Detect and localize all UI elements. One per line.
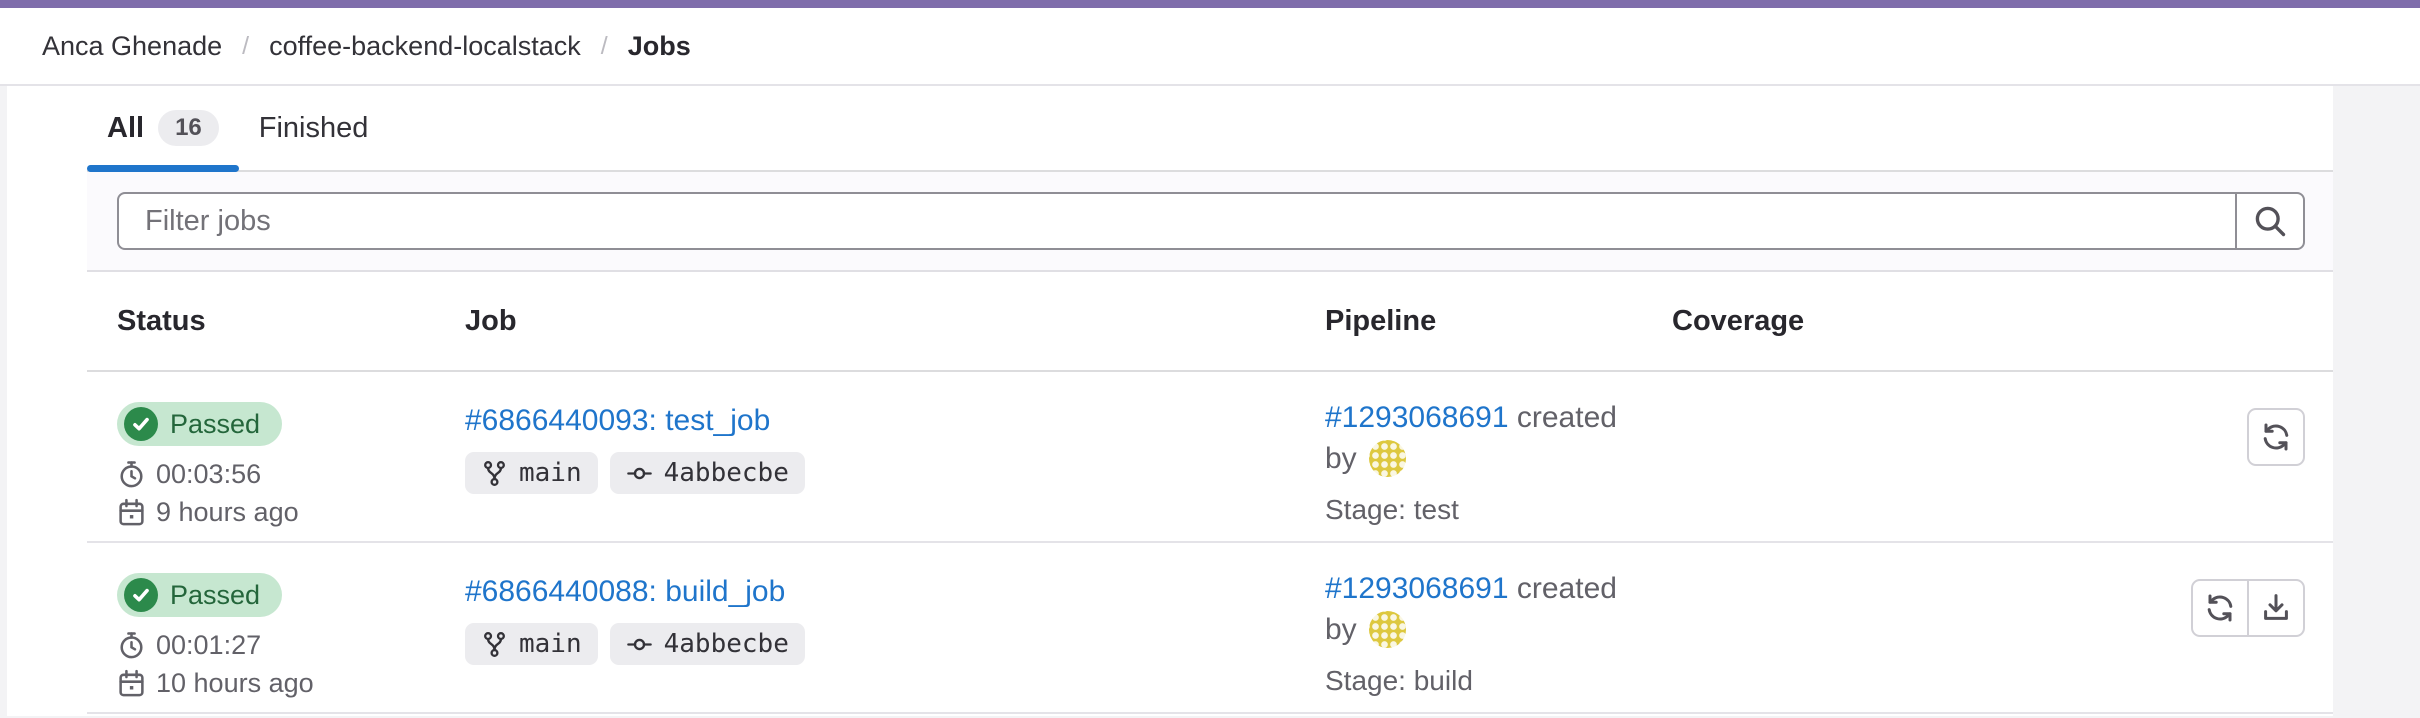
actions-cell: [1982, 543, 2333, 712]
pipeline-by-text: by: [1325, 613, 1357, 647]
coverage-cell: [1672, 543, 1982, 712]
retry-icon: [2204, 592, 2236, 624]
breadcrumb-separator: /: [601, 32, 608, 61]
tab-all-label: All: [107, 112, 144, 145]
actions-cell: [1982, 372, 2333, 541]
job-cell: #6866440088: build_job main: [465, 543, 1325, 712]
table-row: Passed 00:03:56 9 hours ago: [87, 372, 2333, 543]
status-badge[interactable]: Passed: [117, 402, 282, 446]
breadcrumb: Anca Ghenade / coffee-backend-localstack…: [42, 31, 691, 62]
stopwatch-icon: [117, 631, 146, 660]
stopwatch-icon: [117, 460, 146, 489]
table-row: Passed 00:01:27 10 hours ago: [87, 543, 2333, 714]
status-label: Passed: [170, 409, 260, 440]
pipeline-stage: Stage: build: [1325, 665, 1672, 697]
status-passed-icon: [124, 407, 158, 441]
pipeline-link[interactable]: #1293068691: [1325, 401, 1509, 434]
breadcrumb-separator: /: [242, 32, 249, 61]
branch-badge[interactable]: main: [465, 623, 598, 665]
job-link[interactable]: #6866440093: test_job: [465, 404, 770, 438]
branch-icon: [481, 631, 508, 658]
ref-badges: main 4abbecbe: [465, 452, 1325, 494]
pipeline-link[interactable]: #1293068691: [1325, 572, 1509, 605]
pipeline-triggerer-avatar[interactable]: [1369, 611, 1406, 648]
filter-jobs-input[interactable]: [117, 192, 2235, 250]
branch-badge[interactable]: main: [465, 452, 598, 494]
tab-finished[interactable]: Finished: [239, 86, 389, 170]
commit-sha: 4abbecbe: [664, 629, 789, 659]
ref-badges: main 4abbecbe: [465, 623, 1325, 665]
content-card: All 16 Finished: [7, 86, 2333, 716]
jobs-page: Anca Ghenade / coffee-backend-localstack…: [0, 0, 2420, 718]
duration-value: 00:03:56: [156, 459, 261, 490]
status-cell: Passed 00:03:56 9 hours ago: [87, 372, 465, 541]
breadcrumb-item-jobs: Jobs: [628, 31, 691, 62]
search-button[interactable]: [2235, 192, 2305, 250]
filter-bar: [87, 172, 2333, 272]
breadcrumb-item-project[interactable]: coffee-backend-localstack: [269, 31, 581, 62]
pipeline-triggerer-avatar[interactable]: [1369, 440, 1406, 477]
status-badge[interactable]: Passed: [117, 573, 282, 617]
age-value: 9 hours ago: [156, 497, 299, 528]
commit-badge[interactable]: 4abbecbe: [610, 452, 805, 494]
branch-name: main: [519, 458, 582, 488]
branch-icon: [481, 460, 508, 487]
actions-button-group: [2191, 579, 2305, 637]
search-icon: [2252, 203, 2288, 239]
breadcrumb-bar: Anca Ghenade / coffee-backend-localstack…: [0, 8, 2420, 86]
commit-icon: [626, 460, 653, 487]
pipeline-by-text: by: [1325, 442, 1357, 476]
commit-icon: [626, 631, 653, 658]
main-area: All 16 Finished: [0, 86, 2420, 716]
tab-finished-label: Finished: [259, 112, 369, 145]
commit-badge[interactable]: 4abbecbe: [610, 623, 805, 665]
filter-input-group: [117, 192, 2305, 250]
duration-value: 00:01:27: [156, 630, 261, 661]
pipeline-created-text: created: [1517, 572, 1617, 605]
column-header-status: Status: [87, 305, 465, 338]
status-cell: Passed 00:01:27 10 hours ago: [87, 543, 465, 712]
status-passed-icon: [124, 578, 158, 612]
calendar-icon: [117, 669, 146, 698]
column-header-job: Job: [465, 305, 1325, 338]
job-duration: 00:03:56: [117, 459, 465, 490]
age-value: 10 hours ago: [156, 668, 314, 699]
job-duration: 00:01:27: [117, 630, 465, 661]
job-cell: #6866440093: test_job main 4: [465, 372, 1325, 541]
pipeline-stage: Stage: test: [1325, 494, 1672, 526]
branch-name: main: [519, 629, 582, 659]
pipeline-cell: #1293068691 created by Stage: test: [1325, 372, 1672, 541]
jobs-table-header: Status Job Pipeline Coverage: [87, 272, 2333, 372]
retry-job-button[interactable]: [2191, 579, 2249, 637]
pipeline-created-text: created: [1517, 401, 1617, 434]
column-header-coverage: Coverage: [1672, 305, 1982, 338]
calendar-icon: [117, 498, 146, 527]
download-icon: [2260, 592, 2292, 624]
job-age: 9 hours ago: [117, 497, 465, 528]
commit-sha: 4abbecbe: [664, 458, 789, 488]
pipeline-cell: #1293068691 created by Stage: build: [1325, 543, 1672, 712]
jobs-tabs: All 16 Finished: [87, 86, 2333, 172]
retry-job-button[interactable]: [2247, 408, 2305, 466]
window-accent-bar: [0, 0, 2420, 8]
tab-all-count-badge: 16: [158, 110, 219, 146]
download-artifacts-button[interactable]: [2247, 579, 2305, 637]
job-age: 10 hours ago: [117, 668, 465, 699]
breadcrumb-item-user[interactable]: Anca Ghenade: [42, 31, 222, 62]
tab-all[interactable]: All 16: [87, 86, 239, 170]
job-link[interactable]: #6866440088: build_job: [465, 575, 785, 609]
status-label: Passed: [170, 580, 260, 611]
retry-icon: [2260, 421, 2292, 453]
column-header-pipeline: Pipeline: [1325, 305, 1672, 338]
coverage-cell: [1672, 372, 1982, 541]
